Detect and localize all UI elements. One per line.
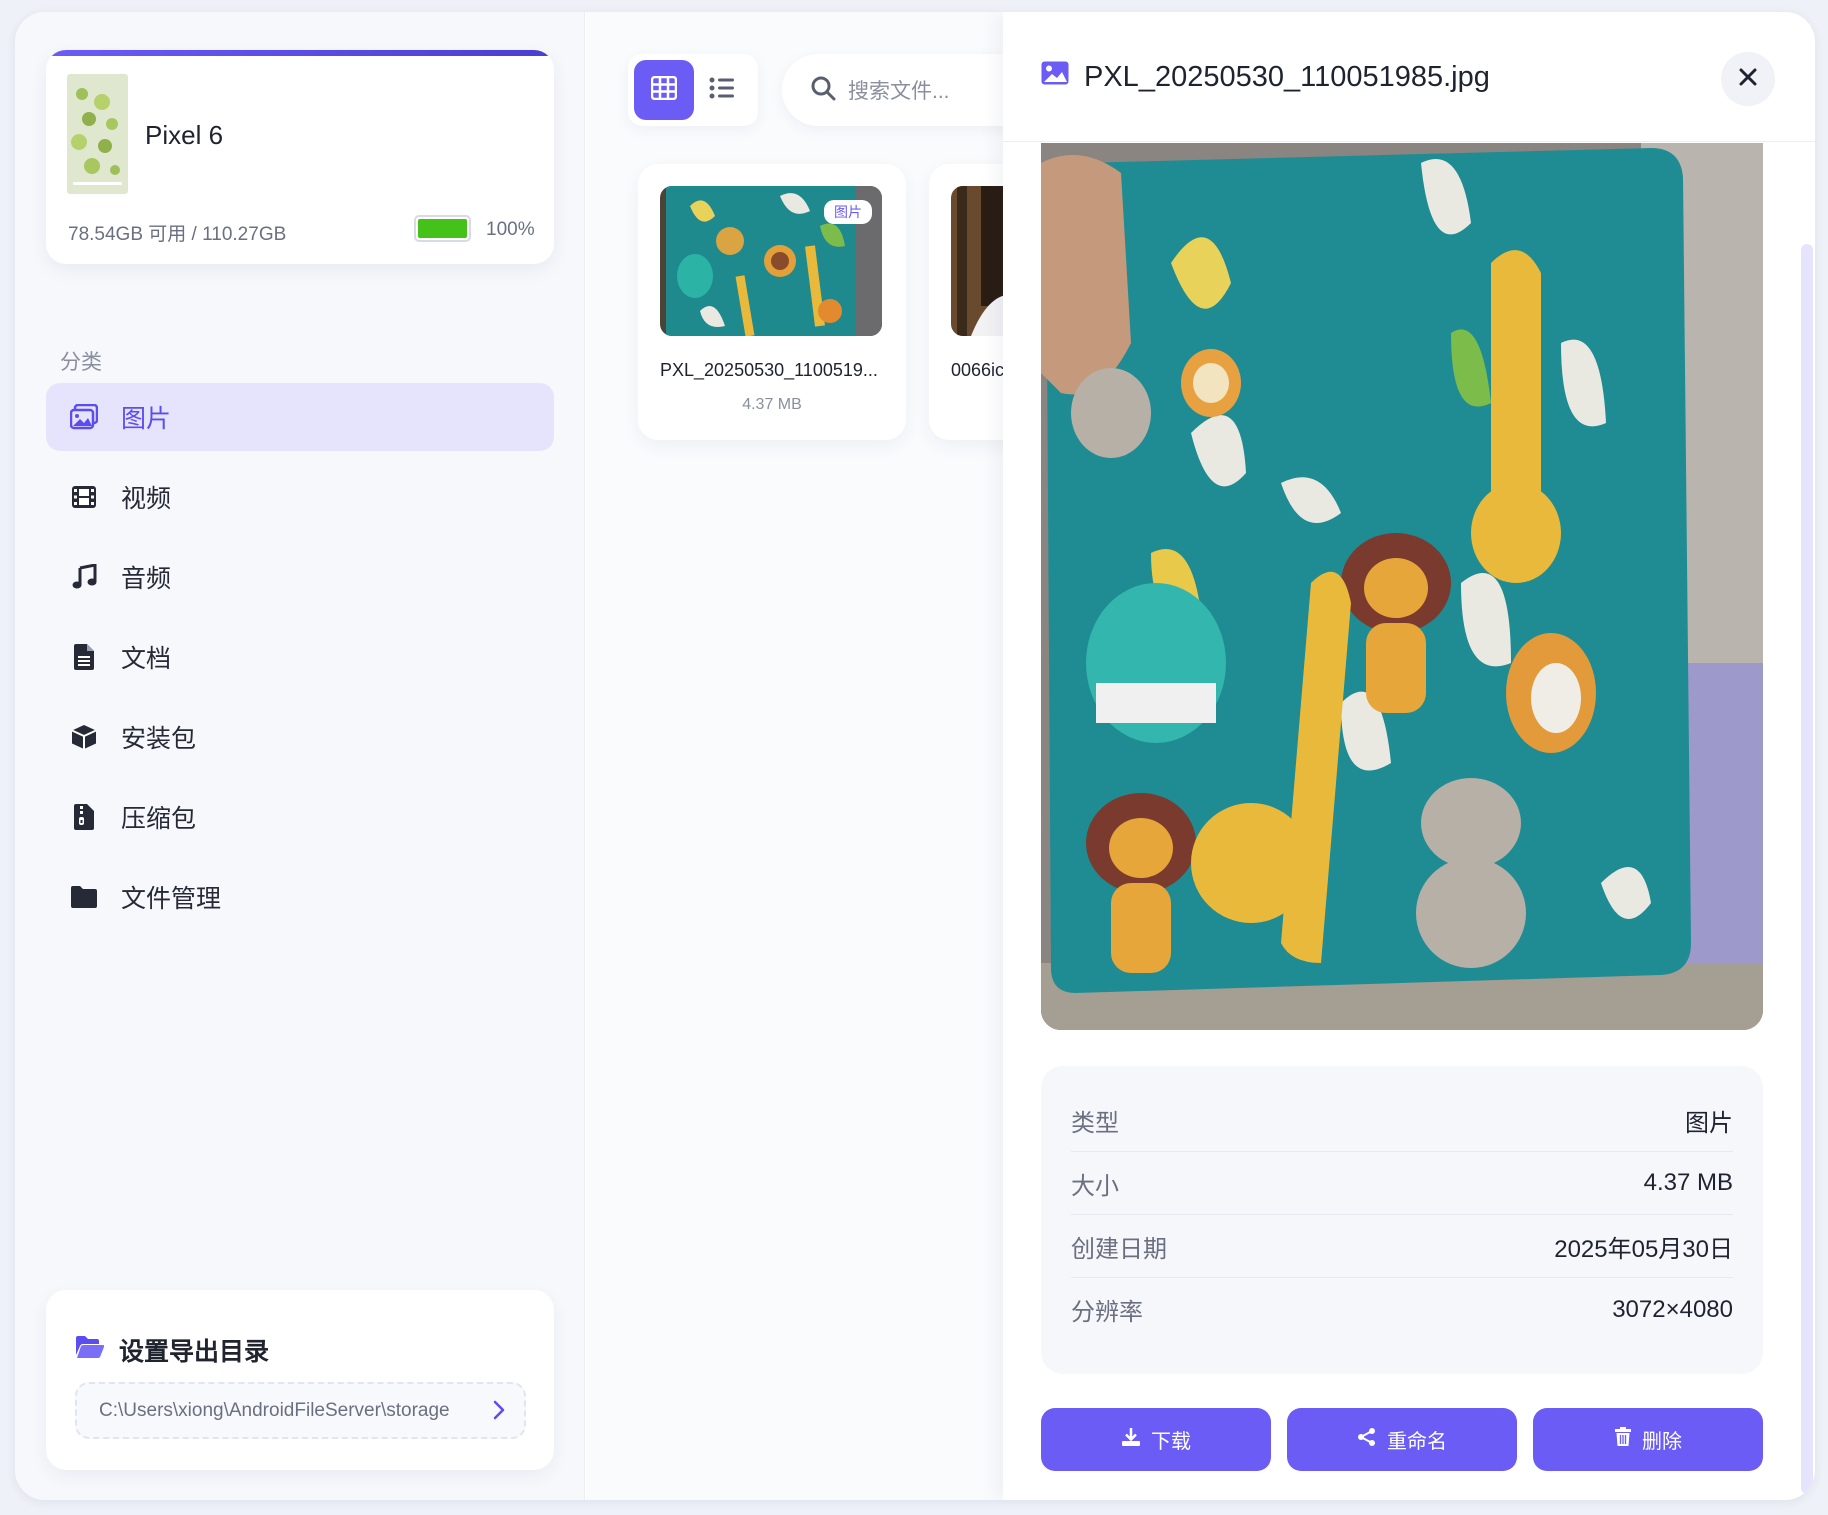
export-title: 设置导出目录 (75, 1332, 269, 1368)
sidebar-item-documents[interactable]: 文档 (46, 623, 554, 691)
export-directory-card: 设置导出目录 C:\Users\xiong\AndroidFileServer\… (46, 1290, 554, 1470)
image-preview (1041, 143, 1763, 1030)
rename-button[interactable]: 重命名 (1287, 1408, 1517, 1471)
image-icon (1040, 60, 1070, 94)
info-value: 4.37 MB (1643, 1169, 1733, 1196)
app-window: Pixel 6 78.54GB 可用 / 110.27GB 100% 分类 图片… (15, 12, 1815, 1500)
info-row-size: 大小 4.37 MB (1071, 1152, 1733, 1215)
download-label: 下载 (1151, 1431, 1191, 1453)
info-row-created-date: 创建日期 2025年05月30日 (1071, 1215, 1733, 1278)
info-key: 大小 (1071, 1172, 1119, 1200)
panel-header: PXL_20250530_110051985.jpg (1003, 12, 1815, 142)
music-icon (69, 562, 99, 592)
search-icon (810, 75, 836, 106)
battery-percent: 100% (486, 219, 535, 240)
file-type-badge: 图片 (824, 200, 872, 224)
folder-icon (69, 882, 99, 912)
device-name: Pixel 6 (145, 120, 224, 150)
info-key: 类型 (1071, 1109, 1119, 1137)
sidebar-item-label: 视频 (121, 485, 172, 513)
info-key: 创建日期 (1071, 1235, 1167, 1263)
export-title-label: 设置导出目录 (119, 1338, 270, 1366)
file-thumbnail: 图片 (660, 186, 882, 336)
device-card[interactable]: Pixel 6 78.54GB 可用 / 110.27GB 100% (46, 50, 554, 264)
close-button[interactable] (1721, 52, 1775, 106)
trash-icon (1614, 1426, 1632, 1453)
document-icon (69, 642, 99, 672)
export-path-text: C:\Users\xiong\AndroidFileServer\storage (99, 1399, 450, 1421)
info-value: 3072×4080 (1612, 1295, 1733, 1323)
sidebar-item-audio[interactable]: 音频 (46, 543, 554, 611)
battery-fill (418, 219, 467, 238)
panel-title: PXL_20250530_110051985.jpg (1040, 60, 1490, 94)
search-placeholder: 搜索文件... (848, 80, 950, 103)
info-row-type: 类型 图片 (1071, 1089, 1733, 1152)
sidebar-item-packages[interactable]: 安装包 (46, 703, 554, 771)
sidebar-item-label: 压缩包 (121, 805, 197, 833)
close-icon (1739, 68, 1757, 91)
sidebar-item-label: 安装包 (121, 725, 197, 753)
device-wallpaper-thumbnail (67, 74, 128, 194)
delete-label: 删除 (1642, 1431, 1682, 1453)
info-value: 图片 (1685, 1109, 1733, 1137)
panel-scrollbar[interactable] (1801, 244, 1813, 1494)
grid-icon (650, 75, 678, 105)
storage-usage: 78.54GB 可用 / 110.27GB (68, 224, 287, 245)
view-toggle (628, 54, 758, 126)
sidebar-item-images[interactable]: 图片 (46, 383, 554, 451)
film-icon (69, 482, 99, 512)
sidebar-item-file-manager[interactable]: 文件管理 (46, 863, 554, 931)
sidebar-item-label: 音频 (121, 565, 172, 593)
list-icon (709, 77, 735, 104)
category-nav: 图片 视频 音频 文档 安装包 压缩包 文件管理 (46, 383, 554, 943)
file-name: PXL_20250530_1100519... (660, 360, 878, 380)
export-path-selector[interactable]: C:\Users\xiong\AndroidFileServer\storage (75, 1382, 526, 1439)
download-icon (1121, 1427, 1141, 1453)
battery-indicator (414, 215, 471, 242)
package-icon (69, 722, 99, 752)
share-icon (1357, 1427, 1377, 1453)
sidebar-item-label: 图片 (121, 405, 172, 433)
list-view-button[interactable] (692, 60, 752, 120)
info-row-resolution: 分辨率 3072×4080 (1071, 1278, 1733, 1341)
sidebar-item-label: 文档 (121, 645, 172, 673)
device-card-accent-bar (46, 50, 554, 56)
folder-open-icon (75, 1335, 105, 1366)
file-detail-panel: PXL_20250530_110051985.jpg 类型 图片 大小 4.37… (1003, 12, 1815, 1500)
detail-file-name: PXL_20250530_110051985.jpg (1084, 60, 1490, 93)
archive-icon (69, 802, 99, 832)
file-info-card: 类型 图片 大小 4.37 MB 创建日期 2025年05月30日 分辨率 30… (1041, 1066, 1763, 1374)
grid-view-button[interactable] (634, 60, 694, 120)
sidebar-item-archives[interactable]: 压缩包 (46, 783, 554, 851)
section-title: 分类 (60, 351, 102, 374)
chevron-right-icon (492, 1398, 506, 1428)
action-buttons: 下载 重命名 删除 (1041, 1408, 1763, 1471)
rename-label: 重命名 (1387, 1431, 1447, 1453)
images-icon (69, 402, 99, 432)
file-card[interactable]: 图片 PXL_20250530_1100519... 4.37 MB (638, 164, 906, 440)
download-button[interactable]: 下载 (1041, 1408, 1271, 1471)
file-size: 4.37 MB (742, 396, 802, 413)
info-key: 分辨率 (1071, 1299, 1143, 1326)
delete-button[interactable]: 删除 (1533, 1408, 1763, 1471)
sidebar-item-label: 文件管理 (121, 885, 222, 913)
info-value: 2025年05月30日 (1554, 1235, 1733, 1263)
main-content: 搜索文件... 图片 PXL_20250530_1100519... 4.37 … (586, 12, 1197, 1500)
sidebar: Pixel 6 78.54GB 可用 / 110.27GB 100% 分类 图片… (15, 12, 585, 1500)
sidebar-item-videos[interactable]: 视频 (46, 463, 554, 531)
